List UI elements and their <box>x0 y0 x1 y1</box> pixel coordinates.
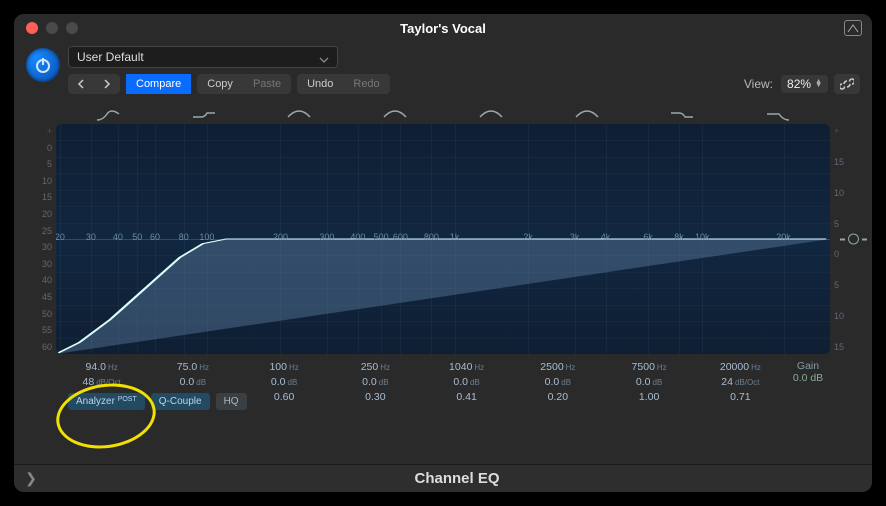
sidechain-icon[interactable] <box>844 20 862 36</box>
chevron-down-icon <box>319 53 329 67</box>
plugin-window: Taylor's Vocal User Default Compare Copy <box>14 14 872 492</box>
view-label: View: <box>744 77 773 91</box>
band-type-row <box>26 104 860 124</box>
analyzer-scale-left: +051015202530304045505560 <box>26 124 56 354</box>
master-gain-handle[interactable] <box>840 234 867 245</box>
stepper-arrows-icon: ▲▼ <box>815 80 822 88</box>
band-type-bell-icon[interactable] <box>252 104 348 124</box>
copy-button[interactable]: Copy <box>197 74 243 94</box>
band-param-column[interactable]: 2500Hz0.0dB0.20 <box>512 360 603 405</box>
zoom-window-button[interactable] <box>66 22 78 34</box>
zoom-stepper[interactable]: 82% ▲▼ <box>781 75 828 93</box>
band-type-bell-icon[interactable] <box>443 104 539 124</box>
window-title: Taylor's Vocal <box>400 21 486 36</box>
analyzer-button[interactable]: Analyzer POST <box>68 393 145 410</box>
band-param-column[interactable]: 100Hz0.0dB0.60 <box>239 360 330 405</box>
band-type-bell-icon[interactable] <box>347 104 443 124</box>
next-button[interactable] <box>94 74 120 94</box>
power-button[interactable] <box>26 48 60 82</box>
window-traffic-lights <box>26 22 78 34</box>
option-buttons: Analyzer POST Q-Couple HQ <box>68 393 247 410</box>
plugin-name: Channel EQ <box>414 470 499 487</box>
band-type-bell-icon[interactable] <box>539 104 635 124</box>
band-type-lowshelf-icon[interactable] <box>156 104 252 124</box>
band-type-lpf-icon[interactable] <box>730 104 826 124</box>
master-gain-readout[interactable]: Gain0.0 dB <box>786 360 830 405</box>
toolbar: User Default Compare Copy Paste Undo Red… <box>14 42 872 102</box>
eq-graph[interactable]: 2030405060801002003004005006008001k2k3k4… <box>56 124 830 354</box>
zoom-value: 82% <box>787 77 811 91</box>
expand-chevron-icon[interactable]: ❯ <box>20 468 42 490</box>
titlebar: Taylor's Vocal <box>14 14 872 42</box>
q-couple-button[interactable]: Q-Couple <box>151 393 210 410</box>
footer: ❯ Channel EQ <box>14 464 872 492</box>
history-nav <box>68 74 120 94</box>
minimize-window-button[interactable] <box>46 22 58 34</box>
band-type-hpf-icon[interactable] <box>60 104 156 124</box>
hq-button[interactable]: HQ <box>216 393 247 410</box>
band-param-column[interactable]: 250Hz0.0dB0.30 <box>330 360 421 405</box>
compare-button[interactable]: Compare <box>126 74 191 94</box>
band-param-column[interactable]: 20000Hz24dB/Oct0.71 <box>695 360 786 405</box>
preset-name: User Default <box>77 50 144 64</box>
paste-button[interactable]: Paste <box>243 74 291 94</box>
redo-button[interactable]: Redo <box>343 74 389 94</box>
prev-button[interactable] <box>68 74 94 94</box>
band-param-column[interactable]: 7500Hz0.0dB1.00 <box>604 360 695 405</box>
link-button[interactable] <box>834 74 860 94</box>
band-param-column[interactable]: 1040Hz0.0dB0.41 <box>421 360 512 405</box>
preset-select[interactable]: User Default <box>68 46 338 68</box>
undo-button[interactable]: Undo <box>297 74 343 94</box>
eq-area: +051015202530304045505560 20304050608010… <box>26 104 860 414</box>
band-type-highshelf-icon[interactable] <box>635 104 731 124</box>
close-window-button[interactable] <box>26 22 38 34</box>
